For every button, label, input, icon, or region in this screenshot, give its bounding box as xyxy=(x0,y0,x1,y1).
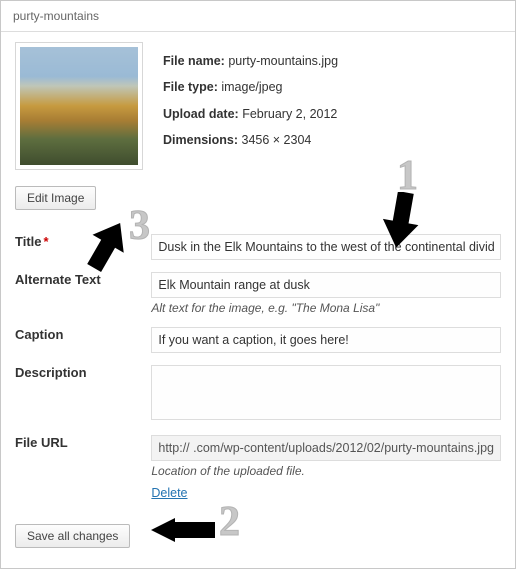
annotation-arrow-2 xyxy=(151,518,215,542)
alt-text-input[interactable] xyxy=(151,272,501,298)
dimensions-label: Dimensions: xyxy=(163,133,238,147)
required-marker: * xyxy=(44,234,49,249)
panel-header: purty-mountains xyxy=(1,1,515,32)
panel-content: File name: purty-mountains.jpg File type… xyxy=(1,32,515,506)
caption-input[interactable] xyxy=(151,327,501,353)
alt-text-label: Alternate Text xyxy=(15,272,101,287)
media-edit-panel: purty-mountains File name: purty-mountai… xyxy=(0,0,516,569)
attachment-title: purty-mountains xyxy=(13,9,99,23)
description-label: Description xyxy=(15,365,87,380)
file-url-value: http:// .com/wp-content/uploads/2012/02/… xyxy=(151,435,501,461)
filename-value: purty-mountains.jpg xyxy=(228,54,338,68)
annotation-number-2: 2 xyxy=(219,498,240,546)
file-meta: File name: purty-mountains.jpg File type… xyxy=(163,42,338,153)
alt-text-hint: Alt text for the image, e.g. "The Mona L… xyxy=(151,301,501,315)
upload-date-label: Upload date: xyxy=(163,107,239,121)
save-all-changes-button[interactable]: Save all changes xyxy=(15,524,130,548)
filename-label: File name: xyxy=(163,54,225,68)
thumbnail-frame xyxy=(15,42,143,170)
file-url-hint: Location of the uploaded file. xyxy=(151,464,501,478)
title-label: Title xyxy=(15,234,42,249)
filetype-label: File type: xyxy=(163,80,218,94)
thumbnail-image xyxy=(20,47,138,165)
edit-image-button[interactable]: Edit Image xyxy=(15,186,96,210)
upload-date-value: February 2, 2012 xyxy=(242,107,337,121)
description-textarea[interactable] xyxy=(151,365,501,420)
delete-link[interactable]: Delete xyxy=(151,486,187,500)
file-url-label: File URL xyxy=(15,435,68,450)
filetype-value: image/jpeg xyxy=(221,80,282,94)
title-input[interactable] xyxy=(151,234,501,260)
dimensions-value: 3456 × 2304 xyxy=(242,133,312,147)
caption-label: Caption xyxy=(15,327,63,342)
